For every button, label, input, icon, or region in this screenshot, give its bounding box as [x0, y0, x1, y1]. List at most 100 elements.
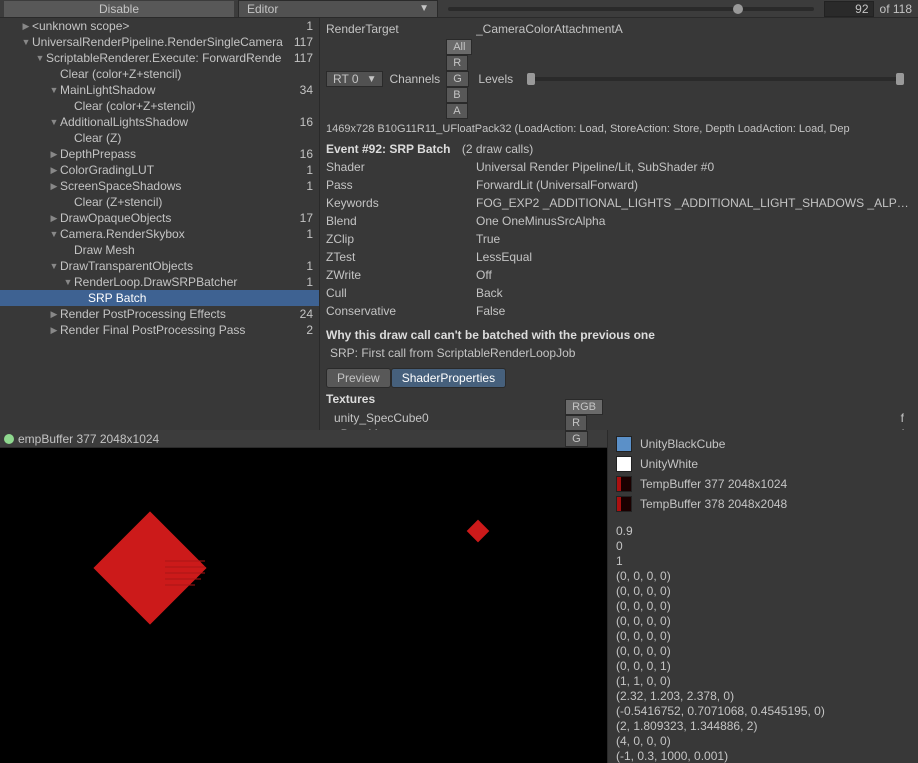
property-label: ZClip [326, 232, 476, 246]
tree-row[interactable]: Clear (Z+stencil) [0, 194, 319, 210]
tree-row[interactable]: ▶DrawOpaqueObjects17 [0, 210, 319, 226]
event-tree[interactable]: ▶<unknown scope>1▼UniversalRenderPipelin… [0, 18, 320, 430]
tree-row[interactable]: ▶DepthPrepass16 [0, 146, 319, 162]
property-value: FOG_EXP2 _ADDITIONAL_LIGHTS _ADDITIONAL_… [476, 196, 912, 210]
property-label: Keywords [326, 196, 476, 210]
tree-row[interactable]: ▶ScreenSpaceShadows1 [0, 178, 319, 194]
tree-count: 34 [296, 83, 313, 97]
preview-title: empBuffer 377 2048x1024 [4, 432, 565, 446]
levels-max-thumb[interactable] [896, 73, 904, 85]
tree-row[interactable]: Clear (Z) [0, 130, 319, 146]
tree-row[interactable]: Clear (color+Z+stencil) [0, 66, 319, 82]
tree-row[interactable]: ▼UniversalRenderPipeline.RenderSingleCam… [0, 34, 319, 50]
preview-canvas[interactable] [0, 448, 607, 763]
levels-slider[interactable] [527, 77, 904, 81]
triangle-right-icon[interactable]: ▶ [48, 181, 60, 192]
triangle-right-icon[interactable]: ▶ [48, 309, 60, 320]
triangle-right-icon[interactable]: ▶ [48, 149, 60, 160]
value-line: 0 [616, 539, 910, 554]
frame-number-input[interactable] [824, 1, 874, 17]
tree-row[interactable]: ▶<unknown scope>1 [0, 18, 319, 34]
value-line: (0, 0, 0, 0) [616, 584, 910, 599]
tree-count: 17 [296, 211, 313, 225]
tree-label: Clear (color+Z+stencil) [60, 67, 313, 81]
info-texture-row[interactable]: UnityWhite [616, 454, 910, 474]
tree-row[interactable]: ▶Render Final PostProcessing Pass2 [0, 322, 319, 338]
tree-row[interactable]: Draw Mesh [0, 242, 319, 258]
channel-g-button[interactable]: G [565, 431, 588, 447]
info-texture-row[interactable]: UnityBlackCube [616, 434, 910, 454]
tree-label: <unknown scope> [32, 19, 302, 33]
tree-row[interactable]: ▼Camera.RenderSkybox1 [0, 226, 319, 242]
frame-slider[interactable] [448, 7, 814, 11]
channel-a-button[interactable]: A [446, 103, 467, 119]
tree-label: DrawTransparentObjects [60, 259, 302, 273]
triangle-down-icon[interactable]: ▼ [48, 85, 60, 95]
channel-g-button[interactable]: G [446, 71, 469, 87]
channels-label: Channels [383, 72, 446, 86]
tree-count: 1 [302, 275, 313, 289]
property-label: ZWrite [326, 268, 476, 282]
tree-label: MainLightShadow [60, 83, 296, 97]
value-line: (0, 0, 0, 0) [616, 614, 910, 629]
tree-row[interactable]: Clear (color+Z+stencil) [0, 98, 319, 114]
property-row: ShaderUniversal Render Pipeline/Lit, Sub… [326, 158, 912, 176]
levels-min-thumb[interactable] [527, 73, 535, 85]
texture-row[interactable]: unity_SpecCube0f [326, 410, 912, 426]
tree-row[interactable]: ▶Render PostProcessing Effects24 [0, 306, 319, 322]
triangle-down-icon[interactable]: ▼ [34, 53, 46, 63]
property-label: Blend [326, 214, 476, 228]
property-value: LessEqual [476, 250, 912, 264]
value-line: (4, 0, 0, 0) [616, 734, 910, 749]
tree-row[interactable]: ▼MainLightShadow34 [0, 82, 319, 98]
tree-label: DepthPrepass [60, 147, 296, 161]
chevron-down-icon: ▼ [367, 74, 377, 85]
render-target-label: RenderTarget [326, 22, 476, 36]
triangle-down-icon[interactable]: ▼ [20, 37, 32, 47]
channel-rgb-button[interactable]: RGB [565, 399, 603, 415]
mode-dropdown-label: Editor [247, 2, 278, 16]
triangle-right-icon[interactable]: ▶ [48, 325, 60, 336]
tree-row[interactable]: SRP Batch [0, 290, 319, 306]
channel-r-button[interactable]: R [565, 415, 587, 431]
triangle-down-icon[interactable]: ▼ [62, 277, 74, 287]
value-line: (1, 1, 0, 0) [616, 674, 910, 689]
tree-row[interactable]: ▼AdditionalLightsShadow16 [0, 114, 319, 130]
chevron-down-icon: ▼ [419, 3, 429, 14]
triangle-right-icon[interactable]: ▶ [48, 165, 60, 176]
tree-row[interactable]: ▼RenderLoop.DrawSRPBatcher1 [0, 274, 319, 290]
mode-dropdown[interactable]: Editor ▼ [238, 0, 438, 18]
frame-slider-thumb[interactable] [733, 4, 743, 14]
tree-row[interactable]: ▶ColorGradingLUT1 [0, 162, 319, 178]
tree-count: 1 [302, 259, 313, 273]
textures-heading: Textures [326, 388, 912, 408]
triangle-down-icon[interactable]: ▼ [48, 261, 60, 271]
tree-count: 1 [302, 19, 313, 33]
channel-all-button[interactable]: All [446, 39, 472, 55]
tab-preview[interactable]: Preview [326, 368, 391, 388]
tree-count: 24 [296, 307, 313, 321]
property-label: Pass [326, 178, 476, 192]
property-row: ConservativeFalse [326, 302, 912, 320]
tree-label: UniversalRenderPipeline.RenderSingleCame… [32, 35, 290, 49]
info-texture-row[interactable]: TempBuffer 377 2048x1024 [616, 474, 910, 494]
channel-b-button[interactable]: B [446, 87, 467, 103]
tree-row[interactable]: ▼ScriptableRenderer.Execute: ForwardRend… [0, 50, 319, 66]
disable-button[interactable]: Disable [4, 1, 234, 17]
triangle-down-icon[interactable]: ▼ [48, 229, 60, 239]
info-panel: UnityBlackCube UnityWhite TempBuffer 377 2… [608, 430, 918, 763]
event-heading: Event #92: SRP Batch (2 draw calls) [326, 138, 912, 158]
rt-dropdown[interactable]: RT 0 ▼ [326, 71, 383, 87]
info-texture-label: UnityWhite [640, 457, 698, 471]
triangle-right-icon[interactable]: ▶ [20, 21, 32, 32]
triangle-down-icon[interactable]: ▼ [48, 117, 60, 127]
tree-row[interactable]: ▼DrawTransparentObjects1 [0, 258, 319, 274]
property-value: ForwardLit (UniversalForward) [476, 178, 912, 192]
channel-r-button[interactable]: R [446, 55, 468, 71]
tree-count: 117 [290, 51, 313, 65]
triangle-right-icon[interactable]: ▶ [48, 213, 60, 224]
tab-shaderproperties[interactable]: ShaderProperties [391, 368, 506, 388]
info-texture-label: TempBuffer 378 2048x2048 [640, 497, 787, 511]
value-line: (0, 0, 0, 1) [616, 659, 910, 674]
info-texture-row[interactable]: TempBuffer 378 2048x2048 [616, 494, 910, 514]
